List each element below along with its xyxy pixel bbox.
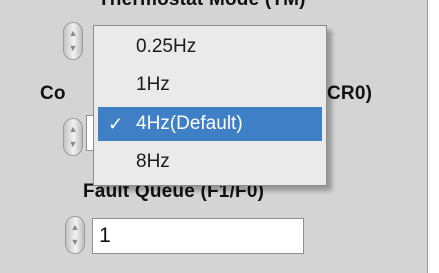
menu-item-0-25hz[interactable]: 0.25Hz: [98, 30, 322, 64]
increment-arrow-icon[interactable]: ▲: [64, 29, 82, 38]
decrement-arrow-icon[interactable]: ▼: [64, 140, 82, 149]
menu-item-label: 4Hz(Default): [136, 113, 243, 134]
conversion-rate-label-suffix: CR0): [327, 83, 373, 104]
fault-queue-stepper[interactable]: ▲ ▼: [65, 216, 85, 254]
decrement-arrow-icon[interactable]: ▼: [64, 44, 82, 53]
thermostat-mode-stepper[interactable]: ▲ ▼: [63, 22, 83, 60]
conversion-rate-stepper[interactable]: ▲ ▼: [63, 118, 83, 156]
front-panel: Thermostat Mode (TM) ▲ ▼ Co CR0) ▲ ▼ Fau…: [0, 0, 428, 273]
menu-item-label: 8Hz: [136, 151, 170, 172]
menu-item-8hz[interactable]: 8Hz: [98, 145, 322, 179]
thermostat-mode-label: Thermostat Mode (TM): [98, 0, 306, 11]
fault-queue-input[interactable]: 1: [92, 218, 304, 254]
menu-item-4hz-default[interactable]: ✓ 4Hz(Default): [98, 107, 322, 141]
menu-item-1hz[interactable]: 1Hz: [98, 68, 322, 102]
increment-arrow-icon[interactable]: ▲: [66, 223, 84, 232]
menu-item-label: 1Hz: [136, 74, 170, 95]
conversion-rate-dropdown[interactable]: 0.25Hz 1Hz ✓ 4Hz(Default) 8Hz: [93, 25, 327, 186]
menu-item-label: 0.25Hz: [136, 36, 197, 57]
conversion-rate-label: Co: [40, 83, 66, 104]
decrement-arrow-icon[interactable]: ▼: [66, 238, 84, 247]
increment-arrow-icon[interactable]: ▲: [64, 125, 82, 134]
checkmark-icon: ✓: [108, 114, 124, 134]
